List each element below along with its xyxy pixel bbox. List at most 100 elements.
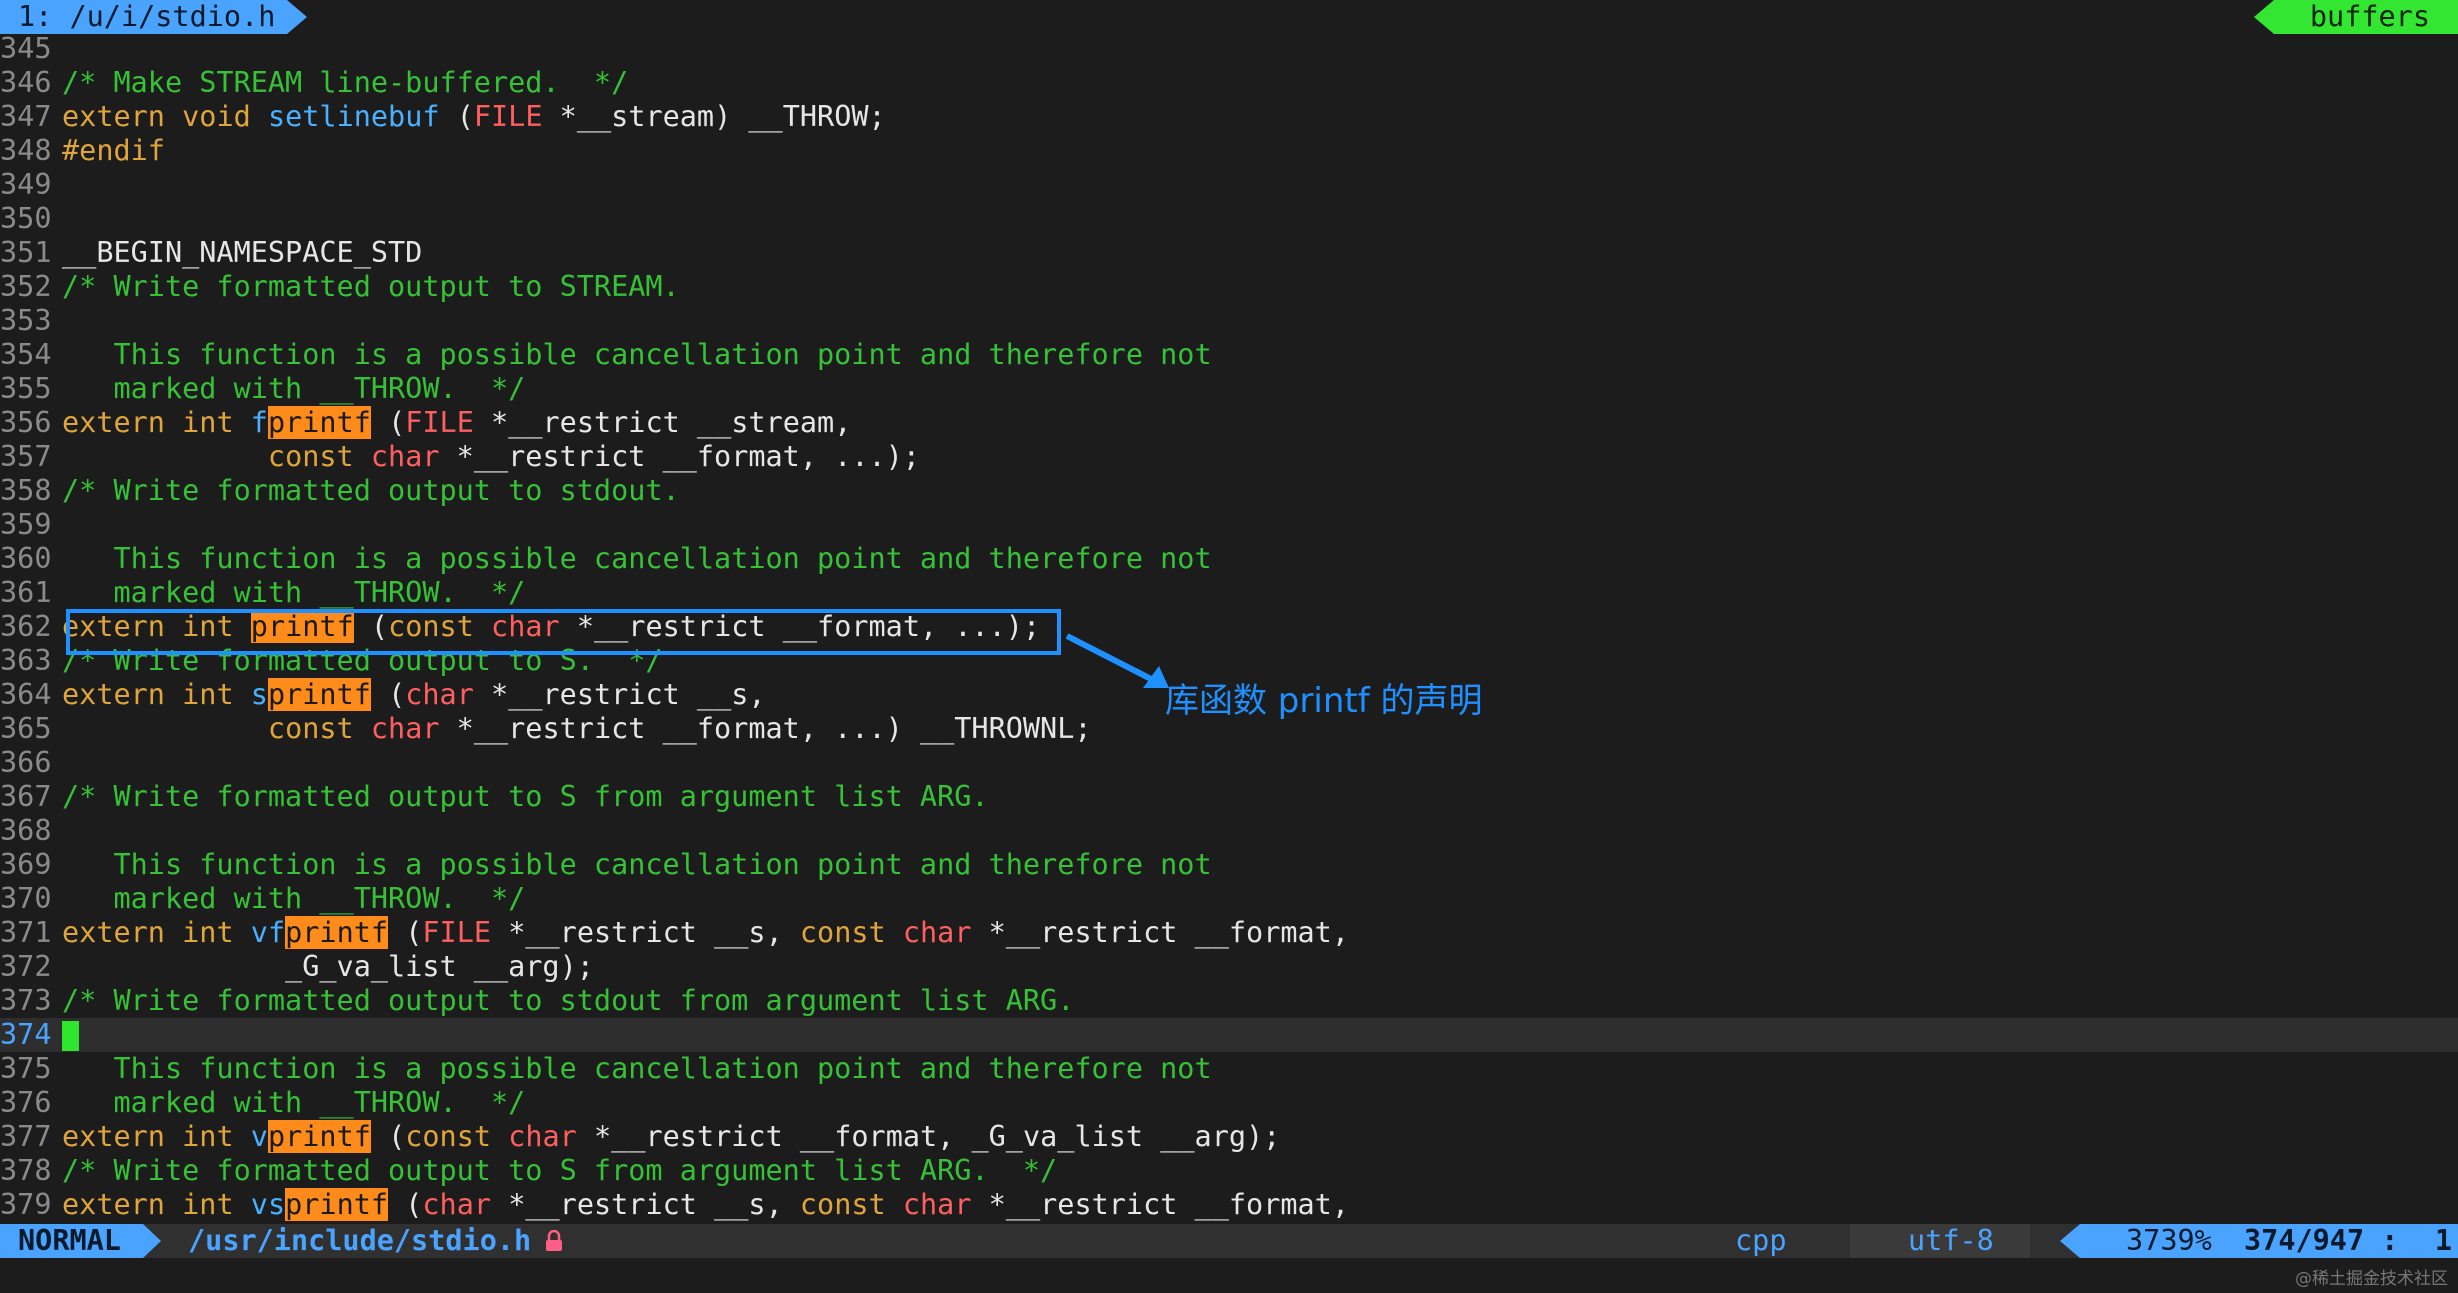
code-line: 371 extern int vfprintf (FILE *__restrict… <box>0 916 1349 949</box>
function-name: f <box>250 406 268 439</box>
line-number: 365 <box>0 712 52 745</box>
keyword: extern <box>62 678 165 711</box>
line-number: 358 <box>0 474 52 507</box>
code-comment: /* Make STREAM line-buffered. */ <box>62 66 629 99</box>
code-line: 347 extern void setlinebuf (FILE *__strea… <box>0 100 2458 134</box>
search-match: printf <box>267 678 371 711</box>
line-number: 364 <box>0 678 52 711</box>
filetype: cpp <box>1735 1224 1787 1257</box>
keyword: int <box>182 916 234 949</box>
code-line: 372 _G_va_list __arg); <box>0 950 2458 984</box>
code-line: 354 This function is a possible cancella… <box>0 338 2458 372</box>
line-number: 352 <box>0 270 52 303</box>
keyword: extern <box>62 1120 165 1153</box>
code-line: 348 #endif <box>0 134 2458 168</box>
type-name: char <box>508 1120 577 1153</box>
code-comment: /* Write formatted output to S from argu… <box>62 780 989 813</box>
line-number: 347 <box>0 100 52 133</box>
code-line: 361 marked with __THROW. */ <box>0 576 2458 610</box>
code-line: 346 /* Make STREAM line-buffered. */ <box>0 66 2458 100</box>
type-name: FILE <box>473 100 543 133</box>
line-number: 372 <box>0 950 52 983</box>
keyword: extern <box>62 100 165 133</box>
search-match: printf <box>285 916 389 949</box>
keyword: const <box>267 440 354 473</box>
code-line: 376 marked with __THROW. */ <box>0 1086 2458 1120</box>
buffers-indicator[interactable]: buffers <box>2253 0 2458 34</box>
line-number: 362 <box>0 610 52 643</box>
code-comment: /* Write formatted output to STREAM. <box>62 270 680 303</box>
code-text: *__restrict __stream, <box>473 406 852 439</box>
code-comment: /* Write formatted output to S from argu… <box>62 1154 1058 1187</box>
search-match: printf <box>267 406 371 439</box>
code-text: ( <box>439 100 474 133</box>
line-number: 356 <box>0 406 52 439</box>
line-number: 355 <box>0 372 52 405</box>
keyword: int <box>182 1188 234 1221</box>
line-number: 375 <box>0 1052 52 1085</box>
function-name: v <box>250 1120 268 1153</box>
function-name: vs <box>250 1188 286 1221</box>
code-text: *__stream) __THROW; <box>542 100 886 133</box>
tabline: 1: /u/i/stdio.h buffers <box>0 0 2458 34</box>
arrow-icon <box>1065 633 1169 688</box>
code-text: *__restrict __format, _G_va_list __arg); <box>576 1120 1281 1153</box>
preprocessor: #endif <box>62 134 165 167</box>
function-name: vf <box>250 916 286 949</box>
line-number: 353 <box>0 304 52 337</box>
line-number: 361 <box>0 576 52 609</box>
type-name: FILE <box>422 916 492 949</box>
line-number: 346 <box>0 66 52 99</box>
code-line: 369 This function is a possible cancella… <box>0 848 2458 882</box>
mode-indicator: NORMAL <box>0 1224 161 1258</box>
keyword: extern <box>62 406 165 439</box>
line-number: 345 <box>0 32 52 65</box>
line-number: 377 <box>0 1120 52 1153</box>
tab-stdio-h[interactable]: 1: /u/i/stdio.h <box>0 0 308 34</box>
line-number: 350 <box>0 202 52 235</box>
code-comment: This function is a possible cancellation… <box>62 338 1212 371</box>
code-text: _G_va_list __arg); <box>62 950 594 983</box>
search-match: printf <box>267 1120 371 1153</box>
type-name: char <box>902 916 972 949</box>
line-number: 368 <box>0 814 52 847</box>
code-text: *__restrict __s, <box>491 1188 800 1221</box>
text-cursor <box>62 1021 79 1051</box>
line-number: 373 <box>0 984 52 1017</box>
code-line: 379 extern int vsprintf (char *__restrict… <box>0 1188 1349 1221</box>
line-number: 374 <box>0 1018 52 1051</box>
code-comment: marked with __THROW. */ <box>62 882 526 915</box>
code-text: *__restrict __format, ...) __THROWNL; <box>439 712 1092 745</box>
code-text: *__restrict __format, <box>971 916 1349 949</box>
code-line: 373 /* Write formatted output to stdout f… <box>0 984 2458 1018</box>
line-number: 366 <box>0 746 52 779</box>
code-comment: marked with __THROW. */ <box>62 1086 526 1119</box>
code-line: 359 <box>0 508 2458 542</box>
type-name: char <box>902 1188 972 1221</box>
position-section: 3739% 374/947 : 1 <box>2060 1224 2458 1258</box>
code-text: *__restrict __format, ...); <box>439 440 920 473</box>
keyword: const <box>405 1120 492 1153</box>
encoding: utf-8 <box>1850 1224 2030 1258</box>
keyword: void <box>182 100 251 133</box>
line-number: 363 <box>0 644 52 677</box>
cursor-line[interactable]: 374 <box>0 1018 2458 1052</box>
type-name: char <box>370 712 440 745</box>
code-text: *__restrict __s, <box>473 678 766 711</box>
code-line: 349 <box>0 168 2458 202</box>
keyword: int <box>182 1120 234 1153</box>
keyword: const <box>799 916 886 949</box>
code-line: 353 <box>0 304 2458 338</box>
code-comment: This function is a possible cancellation… <box>62 848 1212 881</box>
code-text: __BEGIN_NAMESPACE_STD <box>62 236 423 269</box>
line-number: 354 <box>0 338 52 371</box>
lock-icon <box>546 1230 562 1251</box>
code-comment: /* Write formatted output to stdout from… <box>62 984 1075 1017</box>
code-comment: /* Write formatted output to stdout. <box>62 474 680 507</box>
highlight-box <box>66 609 1061 655</box>
code-comment: marked with __THROW. */ <box>62 576 526 609</box>
code-line: 370 marked with __THROW. */ <box>0 882 2458 916</box>
file-path: /usr/include/stdio.h <box>188 1224 532 1257</box>
line-number: 360 <box>0 542 52 575</box>
keyword: int <box>182 406 234 439</box>
